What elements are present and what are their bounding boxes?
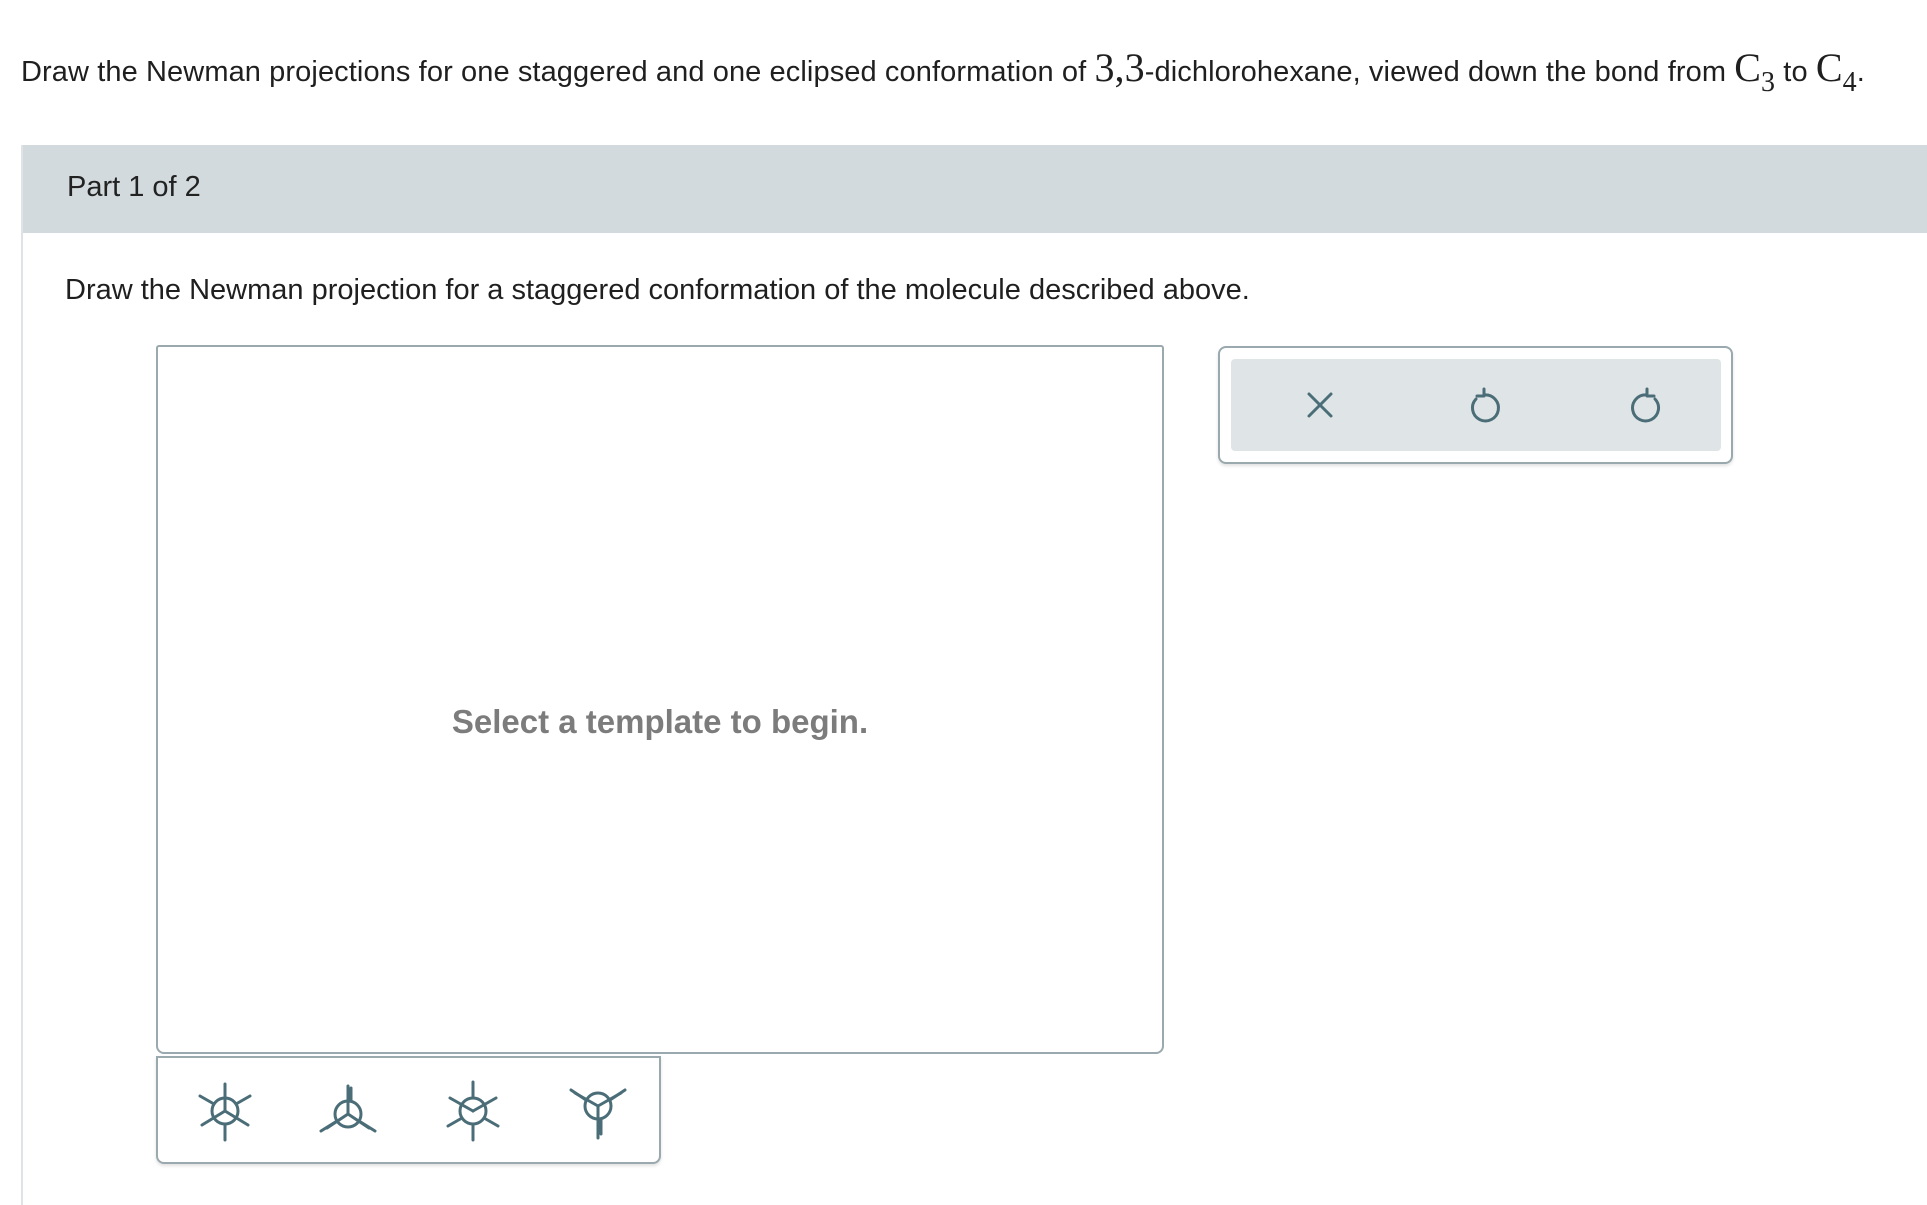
drawing-canvas[interactable]: Select a template to begin. [156,345,1164,1054]
undo-icon [1471,387,1500,423]
template-palette [156,1056,661,1164]
undo-button[interactable] [1454,375,1514,435]
close-icon [1307,392,1333,418]
carbon-symbol-1: C [1734,45,1762,90]
newman-eclipsed-template-icon[interactable] [438,1076,508,1146]
redo-icon [1631,387,1660,423]
carbon-subscript-2: 4 [1842,67,1857,98]
clear-button[interactable] [1290,375,1350,435]
canvas-empty-message: Select a template to begin. [451,703,869,740]
newman-staggered-template-icon[interactable] [190,1076,260,1146]
part-label: Part 1 of 2 [67,171,201,203]
compound-locants: 3,3 [1094,45,1145,90]
newman-staggered-rotated-template-icon[interactable] [313,1076,383,1146]
carbon-subscript-1: 3 [1761,67,1776,98]
carbon-symbol-2: C [1815,45,1843,90]
editor-toolbar-inner [1231,359,1721,451]
question-compound: -dichlorohexane, viewed down the bond fr… [1144,56,1735,88]
question-end: . [1856,56,1865,88]
question-to: to [1775,56,1816,88]
part-header: Part 1 of 2 [23,145,1927,233]
question-text: Draw the Newman projections for one stag… [21,44,1865,97]
newman-eclipsed-rotated-template-icon[interactable] [563,1076,633,1146]
editor-toolbar [1218,346,1733,464]
part-prompt: Draw the Newman projection for a stagger… [65,274,1250,306]
question-text-start: Draw the Newman projections for one stag… [21,56,1095,88]
redo-button[interactable] [1617,375,1677,435]
